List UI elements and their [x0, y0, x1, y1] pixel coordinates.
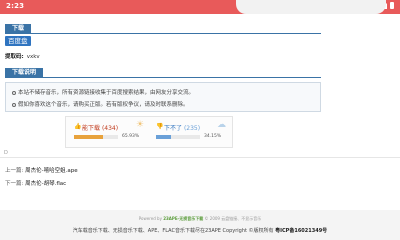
vote-down-label: 下不了 — [164, 125, 183, 132]
bullet-icon — [12, 90, 16, 95]
footer-brand-link[interactable]: 23APE-无损音乐下载 — [163, 216, 203, 221]
content-divider — [0, 157, 400, 158]
prev-post-link[interactable]: 周杰伦-嘻哈空姐.ape — [25, 168, 77, 174]
sun-icon: ☀ — [135, 120, 144, 130]
notes-box: 本站不储存音乐，所有资源链接收集于百度搜索结果，由网友分享交流。 假如你喜欢这个… — [5, 82, 321, 112]
vote-up-label: 能下载 — [82, 125, 101, 132]
prev-post-row: 上一篇: 周杰伦-嘻哈空姐.ape — [5, 166, 78, 174]
download-header-line — [5, 33, 321, 34]
next-post-link[interactable]: 周杰伦-胡琴.flac — [25, 181, 66, 187]
battery-icon — [390, 2, 394, 9]
cloud-icon: ☁ — [217, 120, 226, 130]
extraction-code-value: vxkv — [26, 54, 40, 60]
status-time: 2:23 — [6, 2, 25, 10]
note-item: 本站不储存音乐，所有资源链接收集于百度搜索结果，由网友分享交流。 — [12, 88, 194, 96]
icp-link[interactable]: 粤ICP备16021349号 — [275, 228, 327, 234]
note-item: 假如你喜欢这个音乐，请购买正版。若有版权争议，请及时联系删除。 — [12, 100, 189, 108]
baidu-pan-button[interactable]: 百度盘 — [5, 36, 31, 46]
footer — [0, 210, 400, 240]
vote-down-bar-fill — [156, 135, 172, 139]
extraction-code-row: 提取码: vxkv — [5, 52, 40, 60]
extraction-code-label: 提取码: — [5, 54, 24, 60]
vote-down-count: (235) — [183, 125, 201, 132]
vote-down-percent: 34.15% — [204, 134, 222, 139]
vote-panel: 👍 能下载 (434) ☀ 65.93% 👎 下不了 (235) ☁ 34.15… — [65, 116, 233, 148]
footer-copyright: 汽车载音乐下载、无损音乐下载、APE、FLAC音乐下载尽在23APE Copyr… — [72, 228, 328, 234]
misc-letter: D — [4, 150, 8, 156]
vote-up-count: (434) — [101, 125, 119, 132]
camera-notch — [236, 0, 386, 14]
thumbs-up-icon: 👍 — [74, 123, 82, 130]
prev-post-label: 上一篇: — [5, 168, 24, 174]
footer-powered: Powered by 23APE-无损音乐下载 © 2009 云盘链接、不显示音… — [138, 216, 262, 221]
vote-can-download[interactable]: 👍 能下载 (434) ☀ 65.93% — [70, 120, 146, 145]
vote-down-bar — [156, 135, 200, 139]
notes-header-line — [5, 77, 321, 78]
bullet-icon — [12, 102, 16, 107]
thumbs-down-icon: 👎 — [156, 123, 164, 130]
next-post-row: 下一篇: 周杰伦-胡琴.flac — [5, 179, 66, 187]
vote-up-bar-fill — [74, 135, 103, 139]
vote-up-bar — [74, 135, 118, 139]
next-post-label: 下一篇: — [5, 181, 24, 187]
vote-up-percent: 65.93% — [122, 134, 140, 139]
vote-cannot-download[interactable]: 👎 下不了 (235) ☁ 34.15% — [152, 120, 228, 145]
